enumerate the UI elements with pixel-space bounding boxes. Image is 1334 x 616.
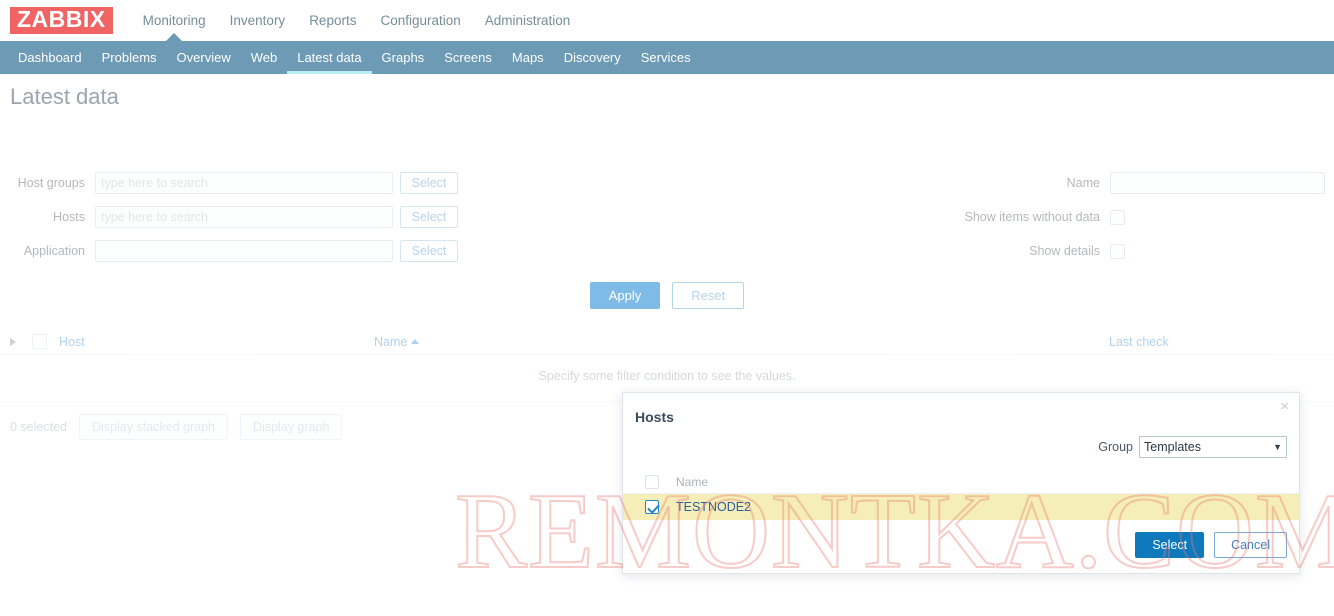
zabbix-logo[interactable]: ZABBIX	[10, 7, 113, 34]
zabbix-app-window: ZABBIX Monitoring Inventory Reports Conf…	[0, 0, 1334, 616]
modal-cancel-button[interactable]: Cancel	[1214, 532, 1287, 558]
subnav-item-maps[interactable]: Maps	[502, 41, 554, 74]
modal-toolbar: Group Templates ▼	[623, 425, 1299, 458]
modal-footer: Select Cancel	[623, 520, 1299, 558]
subnav-item-dashboard[interactable]: Dashboard	[8, 41, 92, 74]
host-groups-label: Host groups	[17, 176, 85, 190]
reset-button[interactable]: Reset	[672, 282, 745, 309]
application-select-button[interactable]: Select	[400, 240, 458, 262]
display-stacked-graph-button[interactable]: Display stacked graph	[78, 414, 228, 440]
subnav-item-overview[interactable]: Overview	[167, 41, 241, 74]
page-title: Latest data	[10, 84, 119, 109]
chevron-down-icon: ▼	[1273, 442, 1282, 452]
name-input[interactable]	[1110, 172, 1325, 194]
subnav-item-discovery[interactable]: Discovery	[554, 41, 631, 74]
host-groups-input[interactable]	[95, 172, 393, 194]
show-items-without-data-checkbox[interactable]	[1110, 209, 1125, 225]
top-nav-item-inventory[interactable]: Inventory	[218, 0, 298, 41]
column-header-name-text: Name	[374, 334, 408, 349]
column-header-host[interactable]: Host	[59, 335, 374, 349]
hosts-input[interactable]	[95, 206, 393, 228]
subnav-item-graphs[interactable]: Graphs	[372, 41, 435, 74]
modal-select-button[interactable]: Select	[1135, 532, 1205, 558]
table-row[interactable]: TESTNODE2	[623, 494, 1299, 520]
close-icon[interactable]: ×	[1280, 399, 1289, 414]
top-nav-items: Monitoring Inventory Reports Configurati…	[131, 0, 583, 41]
modal-select-all-checkbox[interactable]	[645, 474, 659, 489]
group-select[interactable]: Templates ▼	[1139, 436, 1287, 458]
hosts-label: Hosts	[53, 210, 85, 224]
subnav-item-web[interactable]: Web	[241, 41, 288, 74]
filter-row-host-groups: Host groups Select	[0, 166, 940, 200]
filter-row-show-details: Show details	[940, 234, 1334, 268]
show-details-label: Show details	[1029, 244, 1100, 258]
filter-action-buttons: Apply Reset	[0, 282, 1334, 309]
modal-title: Hosts	[635, 409, 674, 425]
hosts-selection-modal: × Hosts Group Templates ▼ Name TESTNODE2…	[622, 392, 1300, 574]
filter-left-column: Host groups Select Hosts Select Applicat…	[0, 166, 940, 268]
host-groups-select-button[interactable]: Select	[400, 172, 458, 194]
expand-collapse-icon[interactable]	[10, 337, 16, 346]
top-nav-item-configuration[interactable]: Configuration	[368, 0, 472, 41]
filter-row-name: Name	[940, 166, 1334, 200]
display-graph-button[interactable]: Display graph	[239, 414, 343, 440]
selected-count-label: 0 selected	[10, 420, 67, 434]
subnav-item-problems[interactable]: Problems	[92, 41, 167, 74]
modal-column-header-name: Name	[676, 474, 709, 489]
show-items-without-data-label: Show items without data	[964, 210, 1101, 224]
subnav-item-services[interactable]: Services	[631, 41, 701, 74]
column-header-name[interactable]: Name	[374, 335, 1109, 349]
modal-row-checkbox[interactable]	[645, 500, 659, 514]
modal-table-header: Name	[623, 470, 1299, 494]
filter-row-show-items-without-data: Show items without data	[940, 200, 1334, 234]
results-header-row: Host Name Last check	[0, 329, 1334, 355]
sort-ascending-icon	[411, 338, 420, 344]
modal-hosts-table: Name TESTNODE2	[623, 470, 1299, 520]
sub-navigation-bar: Dashboard Problems Overview Web Latest d…	[0, 41, 1334, 74]
top-nav-item-administration[interactable]: Administration	[473, 0, 583, 41]
select-all-checkbox[interactable]	[32, 334, 47, 349]
modal-row-host-name[interactable]: TESTNODE2	[676, 500, 751, 514]
top-nav-item-reports[interactable]: Reports	[297, 0, 368, 41]
subnav-item-latest-data[interactable]: Latest data	[287, 41, 372, 74]
filter-row-hosts: Hosts Select	[0, 200, 940, 234]
filter-right-column: Name Show items without data Show detail…	[940, 166, 1334, 268]
group-select-value: Templates	[1144, 440, 1201, 454]
subnav-item-screens[interactable]: Screens	[434, 41, 502, 74]
top-nav-item-monitoring[interactable]: Monitoring	[131, 0, 218, 41]
apply-button[interactable]: Apply	[589, 282, 661, 309]
application-input[interactable]	[95, 240, 393, 262]
top-navigation-bar: ZABBIX Monitoring Inventory Reports Conf…	[0, 0, 1334, 41]
column-header-last-check[interactable]: Last check	[1109, 335, 1269, 349]
group-label: Group	[1098, 440, 1133, 454]
filter-row-application: Application Select	[0, 234, 940, 268]
show-details-checkbox[interactable]	[1110, 243, 1125, 259]
application-label: Application	[23, 244, 85, 258]
name-label: Name	[1066, 176, 1100, 190]
hosts-select-button[interactable]: Select	[400, 206, 458, 228]
